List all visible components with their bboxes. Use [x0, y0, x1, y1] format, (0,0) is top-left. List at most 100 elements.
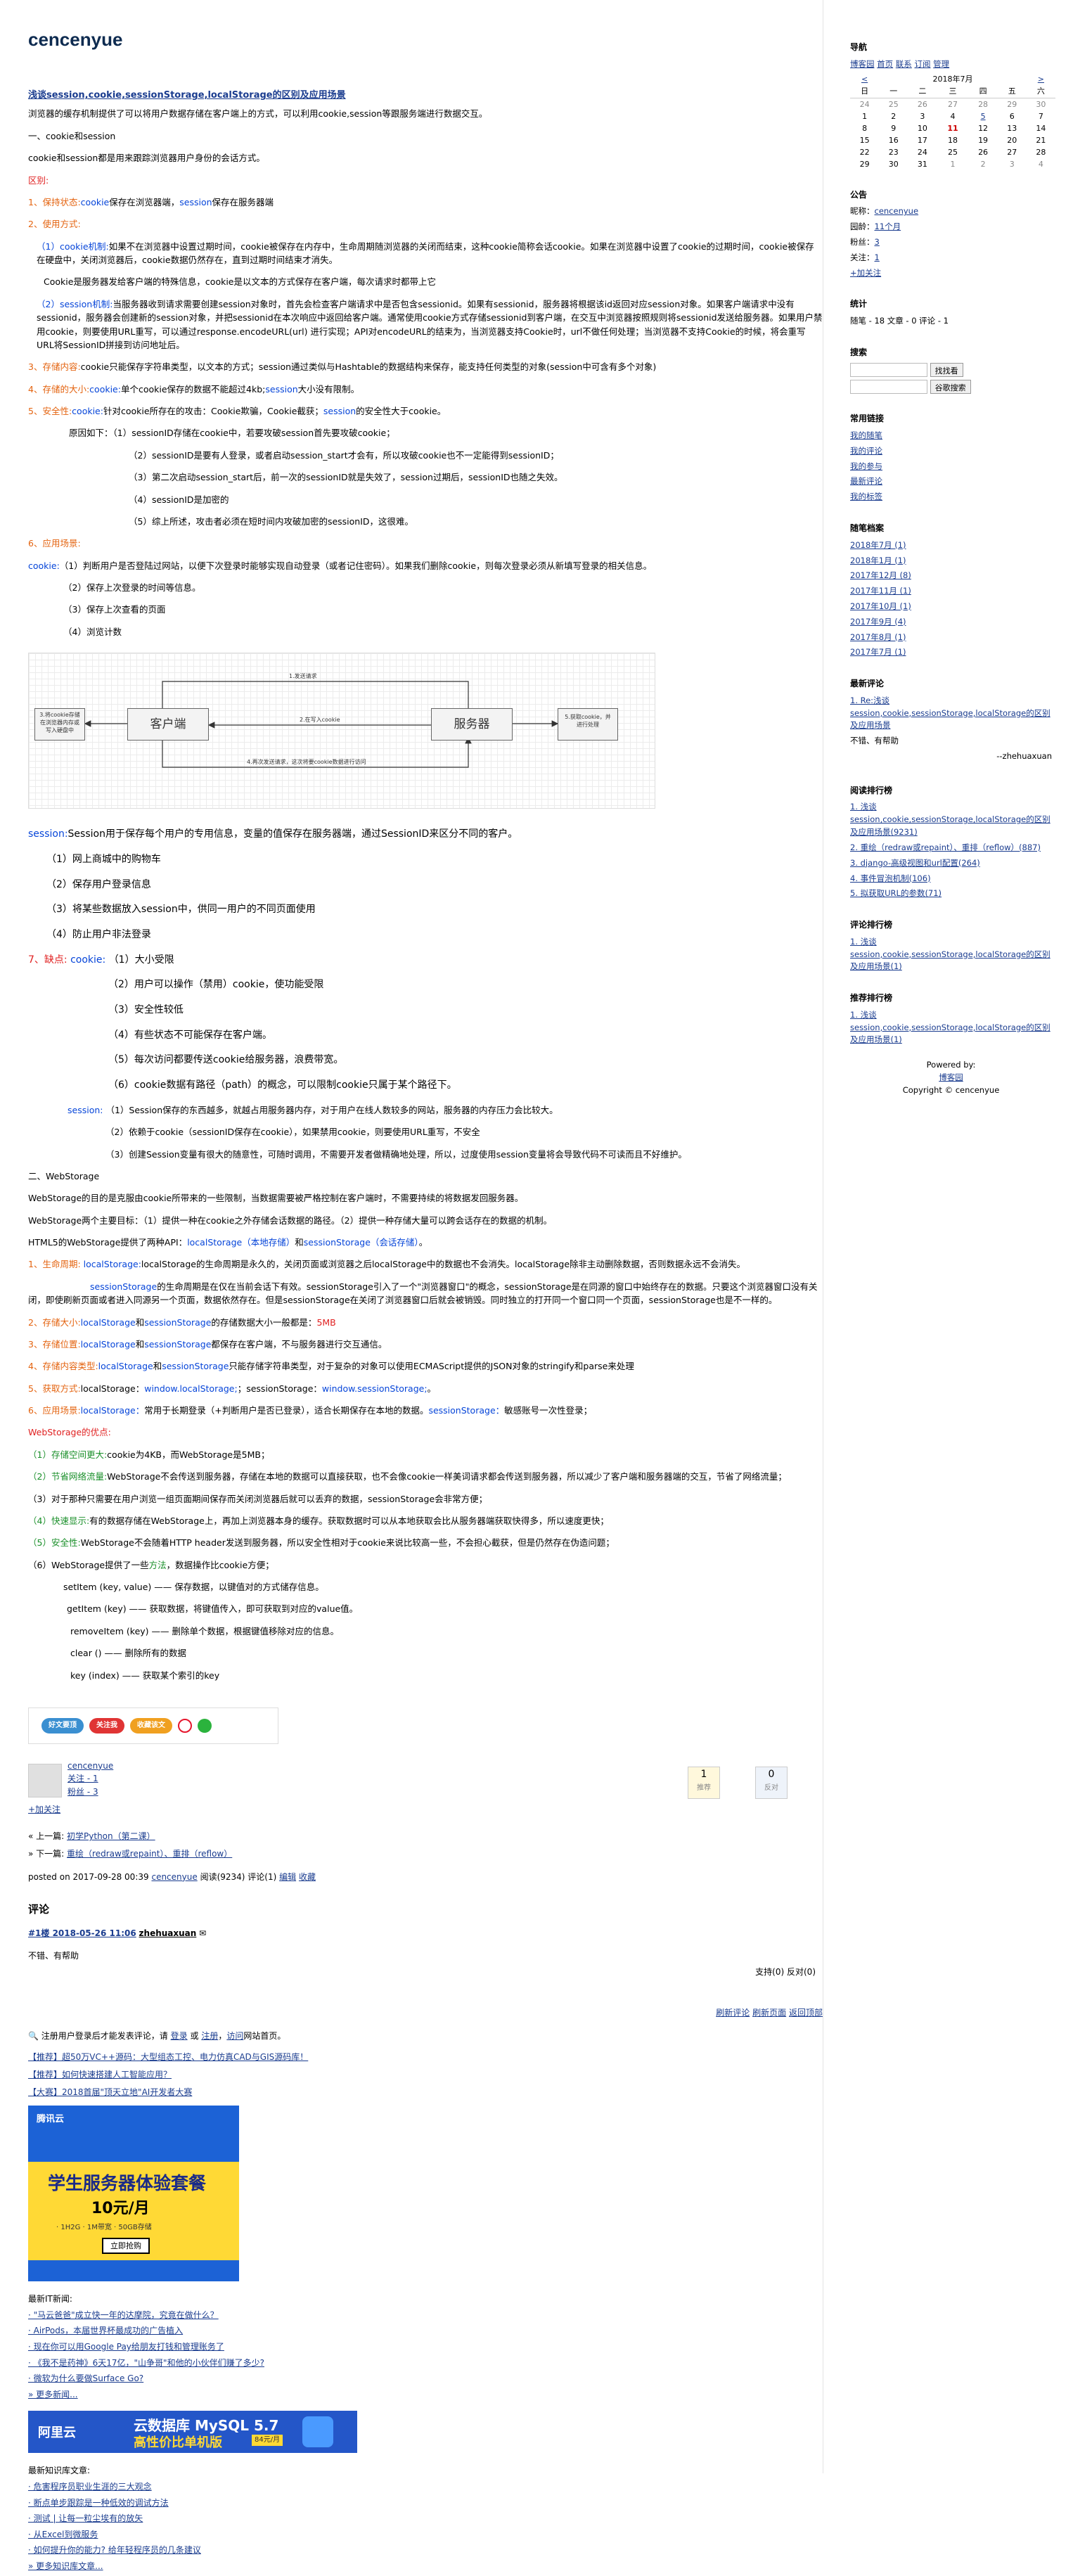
- kb-link[interactable]: · 如何提升你的能力? 给年轻程序员的几条建议: [28, 2545, 201, 2555]
- sidebar: 导航 博客园 首页 联系 订阅 管理 <2018年7月 > 日一二三四五六 24 2…: [823, 0, 1073, 2473]
- back-to-top-link[interactable]: 返回顶部: [789, 2008, 823, 2018]
- mail-icon[interactable]: ✉: [199, 1928, 206, 1938]
- nav-home[interactable]: 首页: [877, 59, 893, 69]
- search-input[interactable]: [850, 363, 927, 378]
- sidebar-add-follow[interactable]: +加关注: [850, 268, 881, 278]
- nav-subscribe[interactable]: 订阅: [914, 59, 930, 69]
- my-comments-link[interactable]: 我的评论: [850, 446, 882, 456]
- archive-link[interactable]: 2017年8月 (1): [850, 632, 906, 642]
- cal-prev[interactable]: <: [861, 75, 868, 84]
- handle-cookie-box: 5.获取cookie，并进行处理: [558, 708, 618, 741]
- archive-link[interactable]: 2017年10月 (1): [850, 601, 911, 611]
- post-meta: posted on 2017-09-28 00:39 cencenyue 阅读(…: [28, 1871, 316, 1882]
- recommend-links: 【推荐】超50万VC++源码：大型组态工控、电力仿真CAD与GIS源码库！ 【推…: [28, 2051, 823, 2098]
- news-link[interactable]: · 微软为什么要做Surface Go?: [28, 2373, 143, 2383]
- wechat-icon[interactable]: [198, 1718, 212, 1733]
- my-tags-link[interactable]: 我的标签: [850, 492, 882, 501]
- adv-item: （4）快速显示:有的数据存储在WebStorage上，再加上浏览器本身的缓存。获…: [28, 1515, 609, 1526]
- cookie-note: Cookie是服务器发给客户端的特殊信息，cookie是以文本的方式保存在客户端…: [44, 276, 436, 288]
- comment-user[interactable]: zhehuaxuan: [139, 1928, 197, 1938]
- search-button[interactable]: 找找看: [930, 363, 963, 378]
- google-search-button[interactable]: 谷歌搜索: [930, 380, 971, 395]
- kb-link[interactable]: · 断点单步跟踪是一种低效的调试方法: [28, 2498, 169, 2508]
- powered-by-link[interactable]: 博客园: [939, 1072, 963, 1082]
- age-link[interactable]: 11个月: [875, 222, 901, 231]
- my-participation-link[interactable]: 我的参与: [850, 461, 882, 471]
- method-item: getItem (key) —— 获取数据，将键值传入，即可获取到对应的valu…: [67, 1603, 359, 1615]
- share-bar: 好文要顶 关注我 收藏该文: [28, 1707, 278, 1744]
- post-author-link[interactable]: cencenyue: [151, 1872, 197, 1882]
- login-link[interactable]: 登录: [171, 2031, 188, 2041]
- my-posts-link[interactable]: 我的随笔: [850, 430, 882, 440]
- archive-link[interactable]: 2018年1月 (1): [850, 556, 906, 565]
- aliyun-ad[interactable]: 阿里云 云数据库 MySQL 5.7 高性价比单机版 84元/月: [28, 2411, 357, 2454]
- recommend-rank-link[interactable]: 1. 浅谈session,cookie,sessionStorage,local…: [850, 1010, 1050, 1045]
- session-drawback: session: （1）Session保存的东西越多，就越占用服务器内存，对于用…: [68, 1104, 558, 1115]
- archive-link[interactable]: 2017年7月 (1): [850, 647, 906, 657]
- nav-admin[interactable]: 管理: [933, 59, 949, 69]
- refresh-comments-link[interactable]: 刷新评论: [716, 2008, 750, 2018]
- more-news-link[interactable]: » 更多新闻...: [28, 2390, 78, 2399]
- site-title[interactable]: cencenyue: [28, 25, 823, 53]
- kb-link[interactable]: · 从Excel到微服务: [28, 2530, 98, 2539]
- support-link[interactable]: 支持(0): [755, 1967, 784, 1977]
- recent-comment-link[interactable]: 1. Re:浅谈session,cookie,sessionStorage,lo…: [850, 696, 1050, 731]
- ws-scene: 6、应用场景:localStorage：常用于长期登录（+判断用户是否已登录），…: [28, 1405, 593, 1416]
- archive-link[interactable]: 2017年11月 (1): [850, 586, 911, 596]
- archive-link[interactable]: 2017年9月 (4): [850, 617, 906, 627]
- tencent-cloud-ad[interactable]: 腾讯云 学生服务器体验套餐 10元/月 · 1H2G · 1M带宽 · 50GB…: [28, 2106, 239, 2282]
- drawback-item: （6）cookie数据有路径（path）的概念，可以限制cookie只属于某个路…: [108, 1079, 457, 1091]
- google-search-input[interactable]: [850, 380, 927, 395]
- author-follow[interactable]: 关注 - 1: [68, 1774, 98, 1783]
- edit-link[interactable]: 编辑: [279, 1872, 296, 1882]
- kb-link[interactable]: · 危害程序员职业生涯的三大观念: [28, 2482, 152, 2492]
- author-fans[interactable]: 粉丝 - 3: [68, 1787, 98, 1797]
- avatar[interactable]: [28, 1763, 62, 1798]
- nav-cnblogs[interactable]: 博客园: [850, 59, 875, 69]
- news-link[interactable]: · AirPods，本届世界杯最成功的广告植入: [28, 2326, 183, 2335]
- favorite-link[interactable]: 收藏: [299, 1872, 316, 1882]
- latest-comments-link[interactable]: 最新评论: [850, 476, 882, 486]
- news-link[interactable]: · 《我不是药神》6天17亿，"山争哥"和他的小伙伴们赚了多少?: [28, 2358, 264, 2368]
- follow-link[interactable]: 1: [875, 252, 880, 262]
- favorite-button[interactable]: 收藏该文: [130, 1717, 172, 1734]
- like-button[interactable]: 好文要顶: [41, 1717, 84, 1734]
- read-rank-link[interactable]: 2. 重绘（redraw或repaint）、重排（reflow）(887): [850, 842, 1041, 852]
- news-link[interactable]: · "马云爸爸"成立快一年的达摩院，究竟在做什么？: [28, 2310, 219, 2320]
- comment-floor[interactable]: #1楼 2018-05-26 11:06: [28, 1928, 136, 1938]
- recommend-link[interactable]: 【推荐】超50万VC++源码：大型组态工控、电力仿真CAD与GIS源码库！: [28, 2052, 308, 2062]
- prev-post-link[interactable]: 初学Python（第二课）: [67, 1831, 155, 1841]
- recommend-vote[interactable]: 1 推荐: [688, 1766, 720, 1799]
- read-rank-link[interactable]: 5. 拟获取URL的参数(71): [850, 888, 942, 898]
- recommend-link[interactable]: 【推荐】如何快速搭建人工智能应用？: [28, 2070, 172, 2080]
- archive-link[interactable]: 2018年7月 (1): [850, 540, 906, 550]
- comment-rank-link[interactable]: 1. 浅谈session,cookie,sessionStorage,local…: [850, 937, 1050, 972]
- add-follow-link[interactable]: +加关注: [28, 1805, 60, 1814]
- next-post-link[interactable]: 重绘（redraw或repaint）、重排（reflow）: [67, 1849, 232, 1859]
- more-kb-link[interactable]: » 更多知识库文章...: [28, 2561, 103, 2571]
- archive-link[interactable]: 2017年12月 (8): [850, 570, 911, 580]
- kb-link[interactable]: · 测试 | 让每一粒尘埃有的放矢: [28, 2513, 143, 2523]
- ad-cta-button[interactable]: 立即抢购: [102, 2238, 150, 2255]
- cal-next[interactable]: >: [1038, 75, 1044, 84]
- fans-link[interactable]: 3: [875, 237, 880, 247]
- read-rank-link[interactable]: 1. 浅谈session,cookie,sessionStorage,local…: [850, 802, 1050, 837]
- recent-comment-author: --zhehuaxuan: [996, 751, 1052, 762]
- nick-link[interactable]: cencenyue: [875, 206, 919, 216]
- refresh-page-link[interactable]: 刷新页面: [752, 2008, 786, 2018]
- follow-button[interactable]: 关注我: [89, 1717, 124, 1734]
- visit-link[interactable]: 访问: [226, 2031, 243, 2041]
- oppose-link[interactable]: 反对(0): [787, 1967, 816, 1977]
- diff-label: 区别:: [28, 174, 49, 186]
- author-name[interactable]: cencenyue: [68, 1761, 113, 1771]
- oppose-vote[interactable]: 0 反对: [755, 1766, 788, 1799]
- nav-contact[interactable]: 联系: [896, 59, 912, 69]
- cal-day-link[interactable]: 5: [981, 112, 986, 121]
- read-rank-link[interactable]: 4. 事件冒泡机制(106): [850, 873, 931, 883]
- recommend-link[interactable]: 【大赛】2018首届"顶天立地"AI开发者大赛: [28, 2087, 192, 2097]
- weibo-icon[interactable]: [178, 1718, 192, 1733]
- post-title[interactable]: 浅谈session,cookie,sessionStorage,localSto…: [28, 90, 346, 101]
- news-link[interactable]: · 现在你可以用Google Pay给朋友打钱和管理账务了: [28, 2342, 224, 2352]
- read-rank-link[interactable]: 3. django-高级视图和url配置(264): [850, 858, 980, 868]
- register-link[interactable]: 注册: [201, 2031, 218, 2041]
